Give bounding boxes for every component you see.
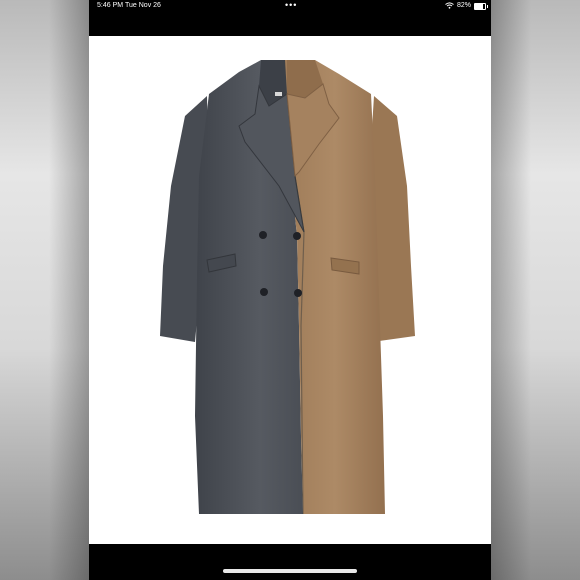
wifi-icon [445,2,454,11]
battery-percent: 82% [457,2,472,9]
home-indicator[interactable] [223,569,357,573]
multitasking-dots[interactable]: ••• [285,0,297,10]
product-photo [89,36,491,544]
blurred-backdrop-right [491,0,580,580]
battery-icon [474,3,488,10]
status-date: Tue Nov 26 [125,2,161,9]
device-screen: 5:46 PM Tue Nov 26 ••• 82% [89,0,491,580]
status-time: 5:46 PM [97,2,124,9]
two-tone-coat-image [160,60,415,515]
status-bar: 5:46 PM Tue Nov 26 ••• 82% [89,0,491,14]
blurred-backdrop-left [0,0,89,580]
